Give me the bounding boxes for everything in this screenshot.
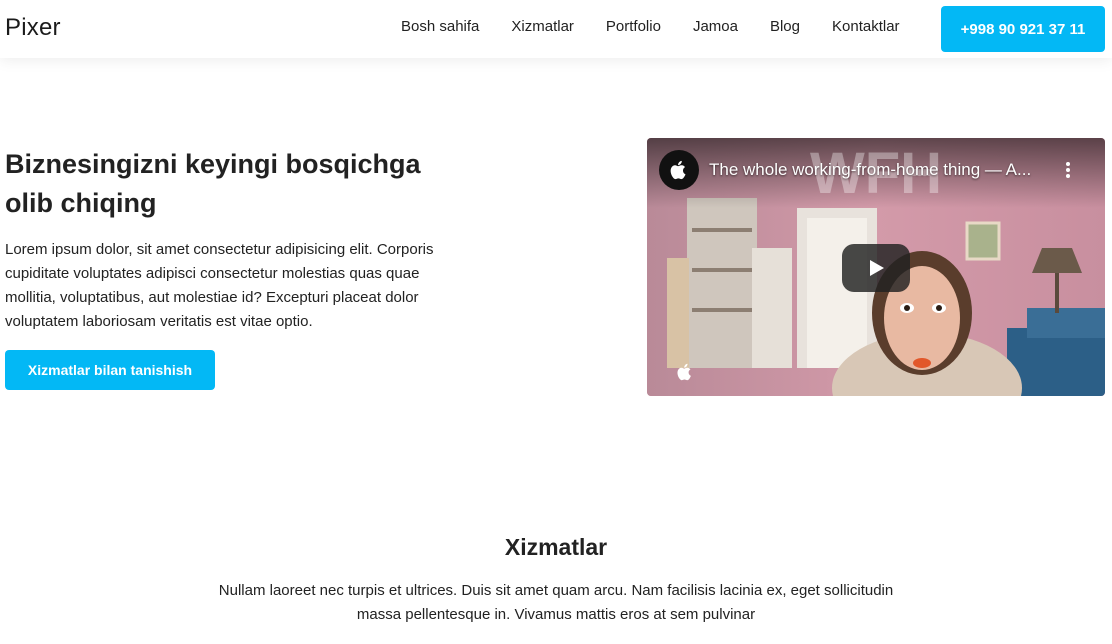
services-description: Nullam laoreet nec turpis et ultrices. D… [218, 582, 894, 623]
hero-title: Biznesingizni keyingi bosqichga olib chi… [5, 149, 421, 218]
apple-logo-icon[interactable] [659, 150, 699, 190]
video-embed[interactable]: WFH The whole working-from-home thing — … [647, 138, 1105, 396]
nav-link-contacts[interactable]: Kontaktlar [832, 18, 900, 35]
nav-link-services[interactable]: Xizmatlar [511, 18, 574, 35]
kebab-menu-icon[interactable] [1061, 160, 1075, 182]
apple-corner-icon [676, 362, 694, 382]
nav-link-blog[interactable]: Blog [770, 18, 800, 35]
hero-description: Lorem ipsum dolor, sit amet consectetur … [5, 241, 434, 330]
services-title: Xizmatlar [504, 534, 608, 560]
play-icon[interactable] [842, 244, 910, 292]
site-logo[interactable]: Pixer [5, 14, 61, 42]
main-nav: Bosh sahifa Xizmatlar Portfolio Jamoa Bl… [401, 18, 932, 35]
nav-link-team[interactable]: Jamoa [693, 18, 738, 35]
nav-link-home[interactable]: Bosh sahifa [401, 18, 479, 35]
site-header: Pixer Bosh sahifa Xizmatlar Portfolio Ja… [0, 0, 1112, 58]
video-title[interactable]: The whole working-from-home thing — A... [709, 160, 1031, 180]
nav-link-portfolio[interactable]: Portfolio [606, 18, 661, 35]
phone-button[interactable]: +998 90 921 37 11 [941, 6, 1105, 52]
explore-services-button[interactable]: Xizmatlar bilan tanishish [5, 350, 215, 390]
